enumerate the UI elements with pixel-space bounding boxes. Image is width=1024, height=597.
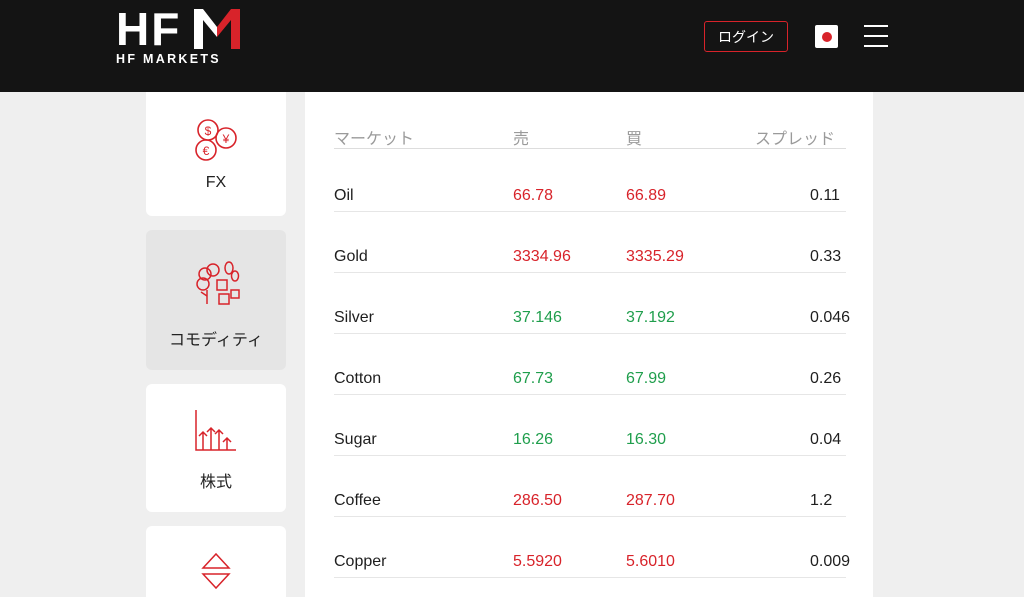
sidebar-item-label: FX xyxy=(205,174,227,191)
spread-value: 0.046 xyxy=(810,309,851,326)
sell-price: 5.5920 xyxy=(513,553,562,570)
table-row-gold[interactable]: Gold 3334.96 3335.29 0.33 xyxy=(334,247,846,273)
japan-flag-icon[interactable] xyxy=(815,25,838,48)
header-buy: 買 xyxy=(626,131,643,148)
sell-price: 3334.96 xyxy=(513,248,571,265)
svg-text:¥: ¥ xyxy=(222,132,230,146)
sidebar-item-label: 株式 xyxy=(199,474,232,491)
market-name: Oil xyxy=(334,187,354,204)
market-name: Gold xyxy=(334,248,368,265)
flag-red-circle xyxy=(821,31,832,42)
menu-line-top xyxy=(864,25,888,27)
market-name: Silver xyxy=(334,309,375,326)
header-market: マーケット xyxy=(334,131,415,148)
svg-text:$: $ xyxy=(205,124,212,138)
buy-price: 16.30 xyxy=(626,431,667,448)
up-down-triangles-icon xyxy=(201,552,231,590)
spread-value: 0.26 xyxy=(810,370,842,387)
logo-m-mark-icon xyxy=(194,9,240,49)
commodities-icon xyxy=(196,261,240,305)
table-row-copper[interactable]: Copper 5.5920 5.6010 0.009 xyxy=(334,552,850,578)
buy-price: 66.89 xyxy=(626,187,667,204)
sidebar-item-indices[interactable] xyxy=(146,526,286,597)
login-button[interactable]: ログイン xyxy=(704,21,788,52)
currency-coins-icon: $ ¥ € xyxy=(195,119,237,161)
spread-value: 0.33 xyxy=(810,248,842,265)
spread-value: 0.009 xyxy=(810,553,851,570)
buy-price: 37.192 xyxy=(626,309,675,326)
sell-price: 16.26 xyxy=(513,431,554,448)
hfm-logo[interactable]: HF HF MARKETS xyxy=(116,6,246,68)
buy-price: 287.70 xyxy=(626,492,675,509)
market-table-panel xyxy=(305,92,873,597)
table-row-sugar[interactable]: Sugar 16.26 16.30 0.04 xyxy=(334,430,846,456)
market-name: Sugar xyxy=(334,431,377,448)
sidebar-item-fx[interactable]: $ ¥ € FX xyxy=(146,92,286,216)
spread-value: 0.04 xyxy=(810,431,842,448)
sidebar-item-commodities[interactable]: コモディティ xyxy=(146,230,286,370)
spread-value: 0.11 xyxy=(810,187,840,204)
table-row-silver[interactable]: Silver 37.146 37.192 0.046 xyxy=(334,308,850,334)
market-name: Copper xyxy=(334,553,387,570)
logo-subtitle: HF MARKETS xyxy=(116,52,221,66)
buy-price: 5.6010 xyxy=(626,553,675,570)
hamburger-menu-icon[interactable] xyxy=(864,24,888,48)
market-name: Cotton xyxy=(334,370,382,387)
site-header: HF HF MARKETS ログイン xyxy=(0,0,1024,92)
menu-line-bottom xyxy=(864,45,888,47)
sell-price: 67.73 xyxy=(513,370,554,387)
menu-line-middle xyxy=(864,35,888,37)
buy-price: 3335.29 xyxy=(626,248,684,265)
svg-text:€: € xyxy=(203,144,210,158)
table-row-coffee[interactable]: Coffee 286.50 287.70 1.2 xyxy=(334,491,846,517)
table-row-oil[interactable]: Oil 66.78 66.89 0.11 xyxy=(334,186,846,212)
market-name: Coffee xyxy=(334,492,381,509)
header-sell: 売 xyxy=(513,131,530,148)
table-header: マーケット 売 買 スプレッド xyxy=(334,125,846,149)
sell-price: 286.50 xyxy=(513,492,562,509)
sell-price: 37.146 xyxy=(513,309,562,326)
spread-value: 1.2 xyxy=(810,492,833,509)
stock-chart-icon xyxy=(195,410,236,451)
header-spread: スプレッド xyxy=(755,131,836,148)
sidebar-item-label: コモディティ xyxy=(169,332,263,349)
buy-price: 67.99 xyxy=(626,370,667,387)
sell-price: 66.78 xyxy=(513,187,554,204)
logo-letters: HF xyxy=(116,3,182,55)
sidebar-item-stocks[interactable]: 株式 xyxy=(146,384,286,512)
table-row-cotton[interactable]: Cotton 67.73 67.99 0.26 xyxy=(334,369,846,395)
